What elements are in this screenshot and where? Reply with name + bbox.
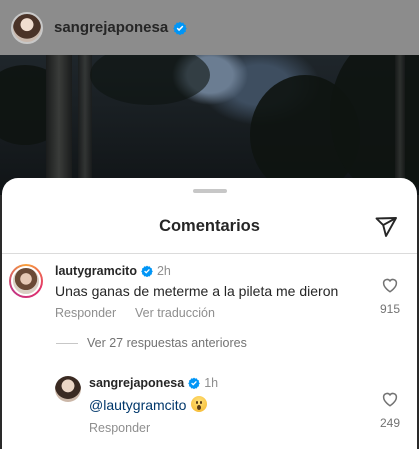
comment-like-count: 915 (379, 302, 401, 316)
reply-time: 1h (204, 376, 219, 390)
reply-like-count: 249 (379, 416, 401, 430)
header-divider (2, 253, 417, 254)
reply-meta: sangrejaponesa 1h (89, 376, 218, 390)
sheet-drag-handle[interactable] (193, 189, 227, 193)
mention-link[interactable]: @lautygramcito (89, 397, 186, 413)
verified-badge-icon (141, 265, 153, 277)
post-author-username[interactable]: sangrejaponesa (54, 19, 168, 36)
reply-button[interactable]: Responder (55, 306, 116, 320)
post-header: sangrejaponesa (0, 0, 419, 55)
sheet-title: Comentarios (159, 217, 260, 235)
post-author-avatar[interactable] (11, 11, 43, 44)
reply-author-username[interactable]: sangrejaponesa (89, 376, 184, 390)
reply-text: @lautygramcito (89, 396, 208, 413)
post-author[interactable]: sangrejaponesa (54, 19, 187, 36)
comment-time: 2h (156, 264, 171, 278)
reply-reply-button[interactable]: Responder (89, 421, 150, 435)
share-icon[interactable] (374, 215, 398, 239)
translate-button[interactable]: Ver traducción (135, 306, 215, 320)
commenter-avatar[interactable] (9, 264, 43, 298)
like-heart-icon[interactable] (381, 390, 399, 408)
comment-text: Unas ganas de meterme a la pileta me die… (55, 283, 339, 299)
astonished-face-icon (191, 396, 208, 412)
verified-badge-icon (188, 377, 200, 389)
verified-badge-icon (173, 21, 187, 35)
like-heart-icon[interactable] (381, 276, 399, 294)
commenter-username[interactable]: lautygramcito (55, 264, 137, 278)
view-previous-replies[interactable]: Ver 27 respuestas anteriores (87, 336, 247, 350)
post-photo (0, 55, 419, 195)
comments-sheet: Comentarios lautygramcito 2h Unas ganas … (2, 178, 417, 449)
replies-divider-line (56, 343, 78, 344)
comment-meta: lautygramcito 2h (55, 264, 171, 278)
reply-author-avatar[interactable] (55, 376, 81, 402)
